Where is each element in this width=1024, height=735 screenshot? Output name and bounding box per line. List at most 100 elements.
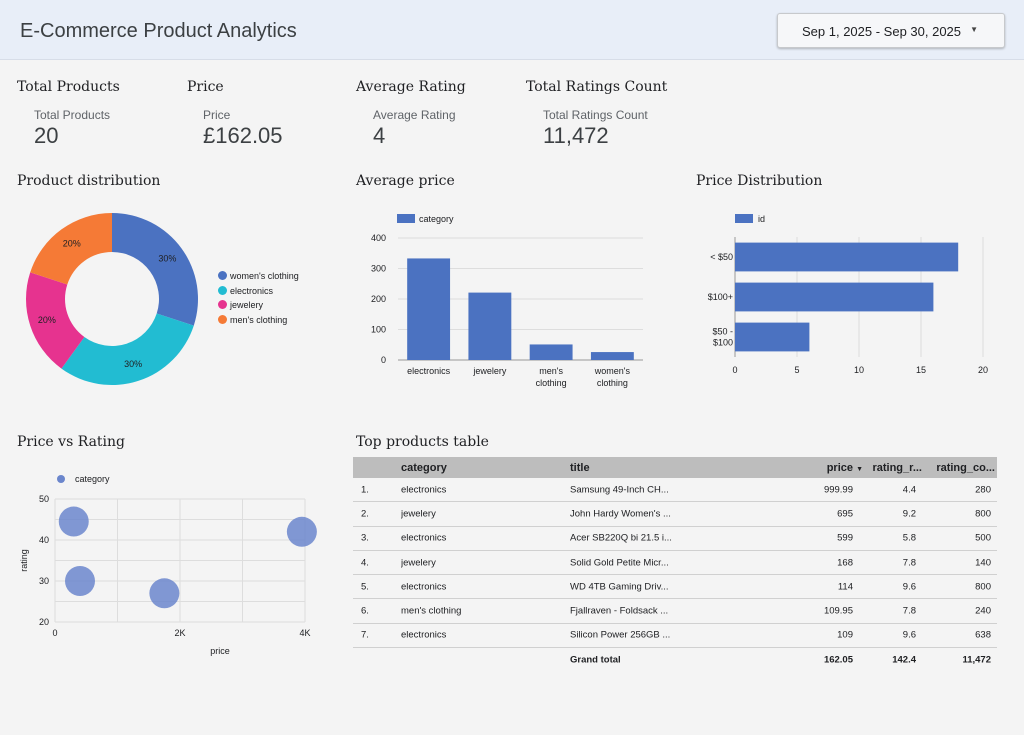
date-range-picker[interactable]: Sep 1, 2025 - Sep 30, 2025 ▼ <box>777 13 1005 48</box>
row-number: 4. <box>361 557 369 569</box>
donut-slice-label-0: 30% <box>158 254 176 264</box>
table-row[interactable]: 1. electronics Samsung 49-Inch CH... 999.99… <box>353 478 997 503</box>
price-vs-rating-scatter-chart: category 20 30 40 50 0 2K 4K price rating <box>19 474 317 656</box>
section-title-price-vs-rating: Price vs Rating <box>17 434 126 450</box>
table-row[interactable]: 7. electronics Silicon Power 256GB ... 109 9… <box>353 624 997 649</box>
bar-1 <box>735 282 934 312</box>
x-tick-label: jewelery <box>472 366 507 376</box>
header-rating-count[interactable]: rating_co... <box>936 462 995 474</box>
row-number: 1. <box>361 484 369 496</box>
bar-0 <box>735 242 959 272</box>
cell-title: John Hardy Women's ... <box>570 508 671 520</box>
cell-rating-count: 240 <box>975 605 991 617</box>
cell-title: Samsung 49-Inch CH... <box>570 484 669 496</box>
sort-desc-icon[interactable]: ▼ <box>856 466 863 473</box>
y-tick-label: < $50 <box>710 252 733 262</box>
donut-slice-label-1: 30% <box>124 359 142 369</box>
y-tick-label: 200 <box>371 294 386 304</box>
y-tick-label: 100 <box>371 325 386 335</box>
section-title-product-distribution: Product distribution <box>17 173 161 189</box>
scatter-point-1 <box>65 566 95 596</box>
legend-item[interactable]: women's clothing <box>218 271 299 286</box>
table-row[interactable]: 6. men's clothing Fjallraven - Foldsack ..… <box>353 599 997 624</box>
header-category[interactable]: category <box>401 462 551 474</box>
kpi-label-price: Price <box>203 108 231 122</box>
cell-rating-count: 140 <box>975 557 991 569</box>
legend-swatch <box>735 214 753 223</box>
donut-slice-0 <box>112 213 198 326</box>
cell-title: Solid Gold Petite Micr... <box>570 557 669 569</box>
x-tick-label: 20 <box>978 365 988 375</box>
kpi-title-total-products: Total Products <box>17 79 120 95</box>
legend-dot-icon <box>218 285 227 295</box>
header-rating-rate[interactable]: rating_r... <box>872 462 922 474</box>
cell-title: Fjallraven - Foldsack ... <box>570 605 669 617</box>
scatter-point-0 <box>58 506 89 537</box>
x-axis-label: price <box>210 646 230 656</box>
bar-2 <box>735 322 810 352</box>
y-axis-label: rating <box>19 549 29 572</box>
y-tick-label: $50 - <box>712 327 733 337</box>
legend-item[interactable]: men's clothing <box>218 314 299 330</box>
legend-label: jewelery <box>230 300 264 310</box>
row-number: 7. <box>361 629 369 641</box>
x-tick-label: 10 <box>854 365 864 375</box>
cell-rating-rate: 9.6 <box>902 629 916 641</box>
legend-dot-icon <box>57 475 65 483</box>
table-row[interactable]: 3. electronics Acer SB220Q bi 21.5 i... 599… <box>353 527 997 551</box>
caret-down-icon: ▼ <box>970 25 978 34</box>
y-tick-label: 30 <box>39 576 49 586</box>
grand-total-label: Grand total <box>570 654 621 666</box>
x-tick-label: clothing <box>597 378 628 388</box>
header-price[interactable]: price ▼ <box>827 462 863 474</box>
kpi-title-total-ratings-count: Total Ratings Count <box>526 79 668 95</box>
table-row[interactable]: 2. jewelery John Hardy Women's ... 695 9.2 80… <box>353 502 997 527</box>
kpi-label-total-ratings-count: Total Ratings Count <box>543 108 648 122</box>
table-body: 1. electronics Samsung 49-Inch CH... 999.99… <box>353 478 997 649</box>
dashboard-page: E-Commerce Product Analytics Sep 1, 2025… <box>0 0 1024 735</box>
cell-price: 695 <box>837 508 853 520</box>
y-tick-label: 50 <box>39 494 49 504</box>
table-row[interactable]: 4. jewelery Solid Gold Petite Micr... 168 7.… <box>353 551 997 576</box>
product-distribution-legend: women's clothing electronics jewelery men's… <box>218 271 299 329</box>
header-title[interactable]: title <box>570 462 680 474</box>
price-distribution-bar-chart: id 0 5 10 15 20 < $50 $100+ $50 -$100 <box>708 214 988 375</box>
cell-rating-rate: 4.4 <box>902 484 916 496</box>
row-number: 6. <box>361 605 369 617</box>
cell-title: Silicon Power 256GB ... <box>570 629 671 641</box>
header-bar: E-Commerce Product Analytics Sep 1, 2025… <box>0 0 1024 60</box>
scatter-point-3 <box>286 516 317 547</box>
cell-category: electronics <box>401 532 447 544</box>
bar-3 <box>590 352 634 360</box>
y-tick-label: 40 <box>39 535 49 545</box>
donut-slice-label-3: 20% <box>63 239 81 249</box>
section-title-average-price: Average price <box>356 173 455 189</box>
x-tick-label: women's <box>594 366 631 376</box>
cell-rating-rate: 5.8 <box>902 532 916 544</box>
donut-slice-3 <box>30 213 113 285</box>
cell-category: electronics <box>401 484 447 496</box>
top-products-table: category title price ▼ rating_r... ratin… <box>353 457 997 672</box>
donut-slice-label-2: 20% <box>38 315 56 325</box>
cell-title: WD 4TB Gaming Driv... <box>570 581 669 593</box>
average-price-bar-chart: category 0 100 200 300 400 electronics jewelery… <box>371 214 643 388</box>
grand-total-rating-rate: 142.4 <box>892 654 916 666</box>
cell-category: electronics <box>401 581 447 593</box>
cell-rating-rate: 7.8 <box>902 557 916 569</box>
legend-item[interactable]: electronics <box>218 285 299 301</box>
y-tick-label: $100+ <box>708 292 733 302</box>
legend-item[interactable]: jewelery <box>218 300 299 315</box>
bar-2 <box>529 344 573 360</box>
product-distribution-donut-chart: 30% 30% 20% 20% <box>25 213 198 385</box>
kpi-value-average-rating: 4 <box>373 123 386 148</box>
cell-rating-count: 800 <box>975 581 991 593</box>
row-number: 2. <box>361 508 369 520</box>
table-row[interactable]: 5. electronics WD 4TB Gaming Driv... 114 9.6… <box>353 575 997 600</box>
cell-category: jewelery <box>401 557 436 569</box>
scatter-point-2 <box>149 578 180 609</box>
cell-category: jewelery <box>401 508 436 520</box>
cell-rating-rate: 7.8 <box>902 605 916 617</box>
date-range-label: Sep 1, 2025 - Sep 30, 2025 <box>802 24 962 39</box>
y-tick-label: 20 <box>39 617 49 627</box>
grand-total-price: 162.05 <box>823 654 853 666</box>
